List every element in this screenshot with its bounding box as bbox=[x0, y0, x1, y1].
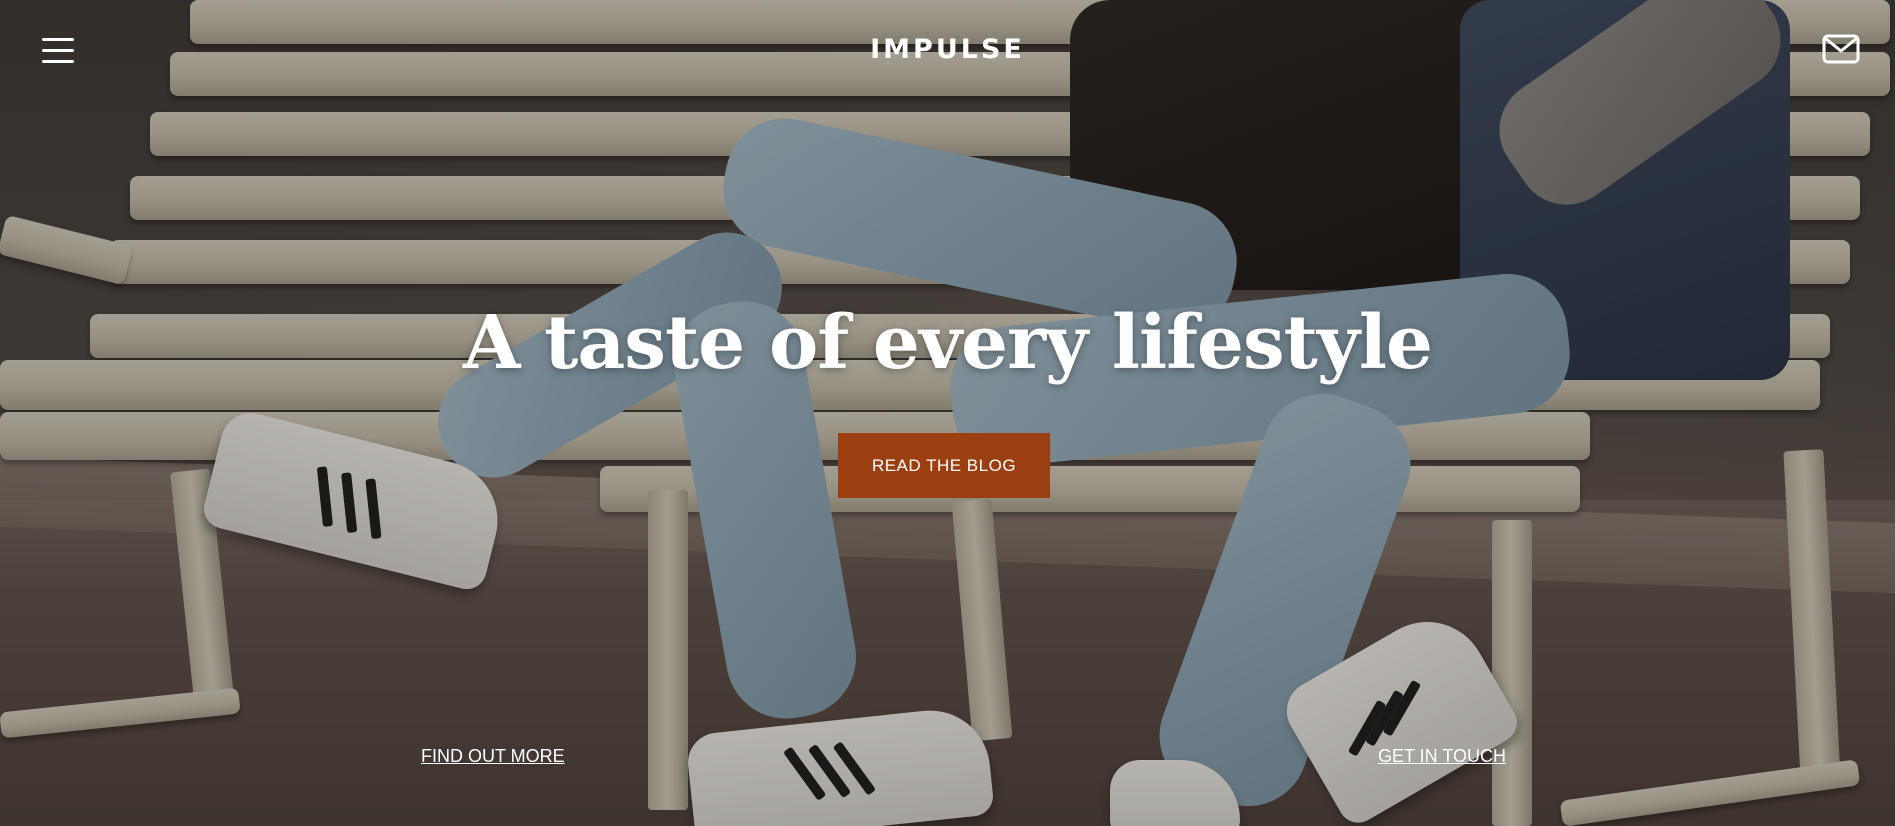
hero-headline: A taste of every lifestyle bbox=[462, 300, 1433, 386]
image-overlay bbox=[0, 0, 1895, 826]
get-in-touch-link[interactable]: GET IN TOUCH bbox=[1378, 746, 1506, 767]
brand-logo[interactable]: IMPULSE bbox=[0, 34, 1895, 65]
find-out-more-link[interactable]: FIND OUT MORE bbox=[421, 746, 565, 767]
hero-section: IMPULSE A taste of every lifestyle READ … bbox=[0, 0, 1895, 826]
envelope-icon[interactable] bbox=[1822, 34, 1860, 64]
hero-background-image bbox=[0, 0, 1895, 826]
read-the-blog-button[interactable]: READ THE BLOG bbox=[838, 433, 1050, 498]
